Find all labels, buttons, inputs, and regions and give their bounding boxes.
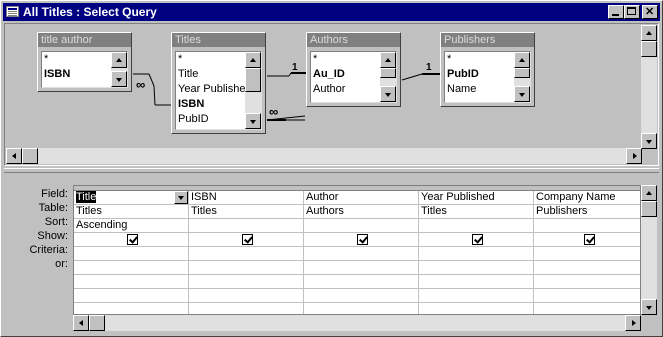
empty-cell[interactable] bbox=[189, 289, 303, 303]
close-button[interactable]: ✕ bbox=[642, 5, 658, 19]
show-cell[interactable] bbox=[534, 233, 640, 247]
grid-vertical-scrollbar[interactable] bbox=[641, 185, 657, 315]
show-checkbox[interactable] bbox=[356, 234, 368, 245]
row-label-field: Field: bbox=[41, 188, 68, 200]
criteria-cell[interactable] bbox=[189, 247, 303, 261]
grid-horizontal-scrollbar[interactable] bbox=[73, 315, 641, 331]
field-cell[interactable]: Title bbox=[74, 191, 188, 205]
pane-vertical-scrollbar[interactable] bbox=[641, 25, 657, 149]
query-window: All Titles : Select Query ✕ title author… bbox=[0, 0, 663, 337]
scroll-right-button[interactable] bbox=[625, 315, 641, 331]
show-checkbox[interactable] bbox=[241, 234, 253, 245]
empty-cell[interactable] bbox=[534, 289, 640, 303]
scroll-up-button[interactable] bbox=[641, 25, 657, 41]
show-checkbox[interactable] bbox=[471, 234, 483, 245]
one-marker: 1 bbox=[426, 62, 432, 73]
scroll-down-button[interactable] bbox=[641, 299, 657, 315]
field-cell[interactable]: Company Name bbox=[534, 191, 640, 205]
show-checkbox[interactable] bbox=[126, 234, 138, 245]
empty-cell[interactable] bbox=[74, 275, 188, 289]
or-cell[interactable] bbox=[534, 261, 640, 275]
grid-column[interactable]: Company Name Publishers bbox=[534, 191, 640, 314]
criteria-cell[interactable] bbox=[534, 247, 640, 261]
sort-cell[interactable]: Ascending bbox=[74, 219, 188, 233]
minimize-icon bbox=[612, 14, 619, 16]
scroll-thumb[interactable] bbox=[22, 148, 38, 164]
close-icon: ✕ bbox=[645, 6, 655, 18]
scroll-up-button[interactable] bbox=[641, 185, 657, 201]
scroll-right-button[interactable] bbox=[626, 148, 642, 164]
or-cell[interactable] bbox=[74, 261, 188, 275]
row-label-criteria: Criteria: bbox=[29, 244, 68, 256]
design-grid: Title Titles Ascending ISBN Titles Autho… bbox=[73, 185, 641, 315]
join-line-authors-publishers[interactable] bbox=[401, 73, 440, 81]
maximize-icon bbox=[627, 7, 636, 15]
pane-horizontal-scrollbar[interactable] bbox=[6, 148, 642, 164]
criteria-cell[interactable] bbox=[304, 247, 418, 261]
field-cell-text: Title bbox=[76, 191, 97, 203]
or-cell[interactable] bbox=[304, 261, 418, 275]
show-cell[interactable] bbox=[419, 233, 533, 247]
table-cell[interactable]: Titles bbox=[189, 205, 303, 219]
empty-cell[interactable] bbox=[74, 289, 188, 303]
scroll-thumb[interactable] bbox=[641, 201, 657, 217]
row-label-table: Table: bbox=[38, 202, 68, 214]
one-marker: 1 bbox=[292, 62, 298, 73]
show-cell[interactable] bbox=[74, 233, 188, 247]
table-cell[interactable]: Titles bbox=[419, 205, 533, 219]
table-cell[interactable]: Publishers bbox=[534, 205, 640, 219]
join-lines bbox=[133, 72, 440, 121]
criteria-cell[interactable] bbox=[419, 247, 533, 261]
or-cell[interactable] bbox=[189, 261, 303, 275]
sort-cell[interactable] bbox=[534, 219, 640, 233]
empty-cell[interactable] bbox=[189, 275, 303, 289]
join-line-titles-publishers[interactable] bbox=[267, 76, 400, 121]
query-icon bbox=[6, 6, 19, 17]
show-checkbox[interactable] bbox=[583, 234, 595, 245]
window-title: All Titles : Select Query bbox=[23, 5, 157, 19]
scroll-thumb[interactable] bbox=[89, 315, 105, 331]
empty-cell[interactable] bbox=[304, 289, 418, 303]
scroll-left-button[interactable] bbox=[73, 315, 89, 331]
row-label-show: Show: bbox=[37, 230, 68, 242]
scroll-left-button[interactable] bbox=[6, 148, 22, 164]
grid-column[interactable]: Title Titles Ascending bbox=[74, 191, 189, 314]
show-cell[interactable] bbox=[304, 233, 418, 247]
sort-cell[interactable] bbox=[189, 219, 303, 233]
minimize-button[interactable] bbox=[608, 5, 624, 19]
sort-cell[interactable] bbox=[304, 219, 418, 233]
field-dropdown-button[interactable] bbox=[174, 191, 188, 204]
criteria-cell[interactable] bbox=[74, 247, 188, 261]
join-line-titles-authors[interactable] bbox=[267, 72, 306, 77]
sort-cell[interactable] bbox=[419, 219, 533, 233]
field-cell[interactable]: Year Published bbox=[419, 191, 533, 205]
many-marker: ∞ bbox=[136, 77, 146, 92]
row-labels: Field: Table: Sort: Show: Criteria: or: bbox=[4, 187, 70, 271]
design-grid-pane: Field: Table: Sort: Show: Criteria: or: … bbox=[4, 175, 659, 333]
table-pane: title author * ISBN Titles * Title Year … bbox=[4, 23, 659, 166]
show-cell[interactable] bbox=[189, 233, 303, 247]
empty-cell[interactable] bbox=[419, 275, 533, 289]
field-cell[interactable]: ISBN bbox=[189, 191, 303, 205]
or-cell[interactable] bbox=[419, 261, 533, 275]
empty-cell[interactable] bbox=[304, 275, 418, 289]
pane-splitter[interactable] bbox=[4, 168, 659, 173]
grid-column[interactable]: Year Published Titles bbox=[419, 191, 534, 314]
scroll-thumb[interactable] bbox=[641, 41, 657, 57]
grid-column[interactable]: ISBN Titles bbox=[189, 191, 304, 314]
title-bar[interactable]: All Titles : Select Query ✕ bbox=[3, 3, 660, 21]
scroll-down-button[interactable] bbox=[641, 133, 657, 149]
table-cell[interactable]: Titles bbox=[74, 205, 188, 219]
many-marker: ∞ bbox=[269, 104, 279, 119]
empty-cell[interactable] bbox=[534, 275, 640, 289]
field-cell[interactable]: Author bbox=[304, 191, 418, 205]
maximize-button[interactable] bbox=[624, 5, 640, 19]
table-cell[interactable]: Authors bbox=[304, 205, 418, 219]
empty-cell[interactable] bbox=[419, 289, 533, 303]
row-label-or: or: bbox=[55, 258, 68, 270]
row-label-sort: Sort: bbox=[44, 216, 68, 228]
grid-column[interactable]: Author Authors bbox=[304, 191, 419, 314]
